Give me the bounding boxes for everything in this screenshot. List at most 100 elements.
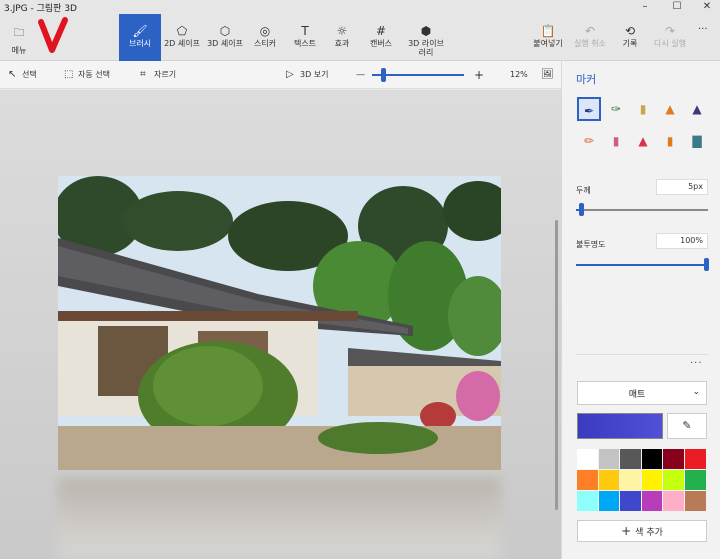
- brush-icon: 🖌: [132, 24, 148, 38]
- color-swatch[interactable]: [663, 470, 685, 491]
- crayon-icon[interactable]: ▲: [631, 129, 655, 153]
- more-options-icon[interactable]: ···: [698, 24, 708, 35]
- effects-sun-icon: ☼: [336, 24, 348, 38]
- color-swatch[interactable]: [598, 470, 621, 491]
- opacity-slider-fill: [576, 264, 708, 266]
- color-swatch[interactable]: [598, 449, 621, 470]
- zoom-in-button[interactable]: +: [474, 67, 484, 83]
- calligraphy-pen-icon[interactable]: ✑: [604, 97, 628, 121]
- color-swatch[interactable]: [684, 449, 707, 470]
- minimize-button[interactable]: –: [630, 0, 660, 14]
- tool-text[interactable]: T 텍스트: [287, 14, 323, 61]
- menu-button[interactable]: 🗀 메뉴: [4, 24, 34, 55]
- image-view-icon[interactable]: 🖼: [541, 67, 554, 83]
- tool-label: 3D 셰이프: [207, 39, 243, 48]
- thickness-slider-thumb[interactable]: [579, 203, 585, 216]
- color-swatch[interactable]: [620, 449, 642, 470]
- cursor-icon: ↖: [8, 69, 17, 80]
- color-swatch[interactable]: [620, 491, 642, 512]
- color-swatch[interactable]: [641, 449, 664, 470]
- redo-icon: ↷: [664, 24, 676, 38]
- panel-more-icon[interactable]: ···: [690, 358, 703, 369]
- zoom-level: 12%: [510, 70, 528, 79]
- plus-icon: +: [621, 524, 632, 538]
- color-swatch[interactable]: [641, 491, 664, 512]
- undo-label: 실행 취소: [574, 39, 606, 48]
- canvas-crop-icon: #: [375, 24, 387, 38]
- view-3d-label: 3D 보기: [300, 70, 329, 79]
- magic-select-tool[interactable]: ⬚ 자동 선택: [64, 67, 110, 83]
- color-swatch[interactable]: [663, 449, 685, 470]
- title-bar: 3.JPG - 그림판 3D – ☐ ✕: [0, 0, 720, 14]
- color-swatch[interactable]: [620, 470, 642, 491]
- brush-panel: 마커 ✒ ✑ ▮ ▲ ▲ ✏ ▮ ▲ ▮ ▇ 두께 5px 불투명도 100% ··· 매트 ⌄ …: [561, 61, 720, 559]
- zoom-slider-thumb[interactable]: [381, 68, 387, 82]
- paste-button[interactable]: 📋 붙여넣기: [528, 14, 568, 61]
- 3d-library-icon: ⬢: [420, 24, 432, 38]
- pencil-icon[interactable]: ✏: [577, 129, 601, 153]
- ribbon: 🗀 메뉴 🖌 브러시 ⬠ 2D 셰이프 ⬡ 3D 셰이프 ◎ 스티커 T 텍스트 ☼ 효과 # 캔버스 ⬢ 3…: [0, 14, 720, 61]
- vertical-scrollbar[interactable]: [555, 220, 558, 510]
- tool-label: 캔버스: [369, 39, 393, 48]
- undo-button[interactable]: ↶ 실행 취소: [570, 14, 610, 61]
- color-swatch[interactable]: [684, 470, 707, 491]
- eyedropper-button[interactable]: ✎: [667, 413, 707, 439]
- tool-3d-shapes[interactable]: ⬡ 3D 셰이프: [205, 14, 245, 61]
- magic-select-label: 자동 선택: [78, 70, 110, 79]
- spray-can-icon[interactable]: ▮: [658, 129, 682, 153]
- color-palette: [577, 449, 707, 512]
- history-icon: ⟲: [624, 24, 636, 38]
- finish-dropdown[interactable]: 매트 ⌄: [577, 381, 707, 405]
- eyedropper-icon: ✎: [682, 419, 692, 432]
- marker-icon[interactable]: ✒: [577, 97, 601, 121]
- current-color-swatch[interactable]: [577, 413, 663, 439]
- color-swatch[interactable]: [641, 470, 664, 491]
- thickness-label: 두께: [576, 186, 591, 195]
- opacity-slider[interactable]: [576, 258, 709, 271]
- thickness-slider[interactable]: [576, 203, 708, 216]
- history-label: 기록: [622, 39, 638, 48]
- thickness-input[interactable]: 5px: [656, 179, 708, 195]
- opacity-slider-thumb[interactable]: [704, 258, 709, 271]
- pixel-pen-icon[interactable]: ▲: [685, 97, 709, 121]
- select-label: 선택: [22, 70, 37, 79]
- add-color-button[interactable]: + 색 추가: [577, 520, 707, 542]
- color-swatch[interactable]: [577, 491, 599, 512]
- tool-label: 스티커: [253, 39, 277, 48]
- tool-2d-shapes[interactable]: ⬠ 2D 셰이프: [162, 14, 202, 61]
- history-button[interactable]: ⟲ 기록: [610, 14, 650, 61]
- add-color-label: 색 추가: [635, 528, 663, 538]
- opacity-input[interactable]: 100%: [656, 233, 708, 249]
- eraser-icon[interactable]: ▮: [604, 129, 628, 153]
- color-swatch[interactable]: [684, 491, 707, 512]
- crop-icon: ⌗: [140, 69, 146, 80]
- secondary-toolbar: ↖ 선택 ⬚ 자동 선택 ⌗ 자르기 ▷ 3D 보기 — + 12% 🖼: [0, 61, 561, 89]
- color-swatch[interactable]: [663, 491, 685, 512]
- folder-icon: 🗀: [13, 26, 25, 39]
- crop-tool[interactable]: ⌗ 자르기: [140, 67, 176, 83]
- color-swatch[interactable]: [577, 470, 599, 491]
- 2d-shapes-icon: ⬠: [176, 24, 188, 38]
- maximize-button[interactable]: ☐: [662, 0, 692, 14]
- tool-effects[interactable]: ☼ 효과: [325, 14, 359, 61]
- watercolor-icon[interactable]: ▲: [658, 97, 682, 121]
- zoom-out-button[interactable]: —: [356, 67, 365, 83]
- tool-3d-library[interactable]: ⬢ 3D 라이브 러리: [403, 14, 449, 61]
- color-swatch[interactable]: [598, 491, 621, 512]
- tool-canvas[interactable]: # 캔버스: [363, 14, 399, 61]
- color-swatch[interactable]: [577, 449, 599, 470]
- finish-value: 매트: [628, 390, 646, 400]
- fill-bucket-icon[interactable]: ▇: [685, 129, 709, 153]
- close-button[interactable]: ✕: [692, 0, 720, 14]
- tool-brushes[interactable]: 🖌 브러시: [119, 14, 161, 61]
- tool-stickers[interactable]: ◎ 스티커: [248, 14, 282, 61]
- canvas-photo[interactable]: [58, 176, 501, 470]
- tool-label: 브러시: [128, 39, 152, 48]
- oil-brush-icon[interactable]: ▮: [631, 97, 655, 121]
- window-title: 3.JPG - 그림판 3D: [4, 4, 77, 14]
- canvas-workspace[interactable]: [0, 90, 561, 559]
- redo-button[interactable]: ↷ 다시 실행: [650, 14, 690, 61]
- tool-label: 텍스트: [293, 39, 317, 48]
- select-tool[interactable]: ↖ 선택: [8, 67, 37, 83]
- view-3d-toggle[interactable]: ▷ 3D 보기: [286, 67, 329, 83]
